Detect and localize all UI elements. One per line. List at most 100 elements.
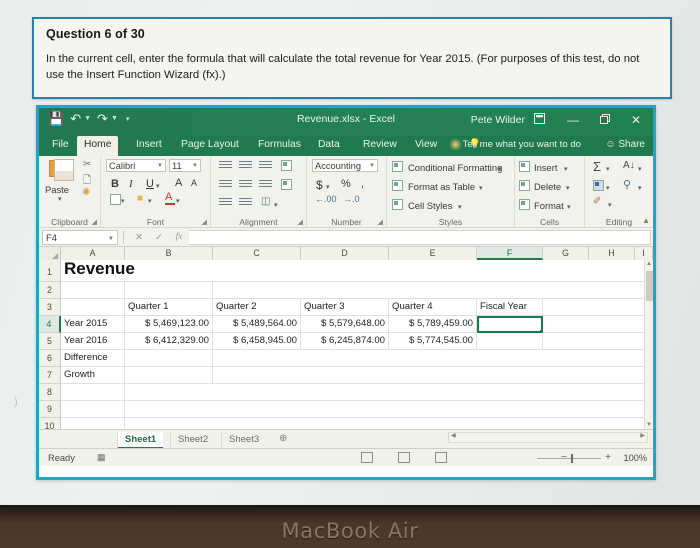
cell-a5[interactable]: Year 2016 [61,333,125,349]
cell-b2[interactable] [125,282,213,298]
cell-b6[interactable] [125,350,213,366]
font-dialog-launcher[interactable]: ◢ [202,218,207,226]
insert-cells-dropdown-icon[interactable]: ▾ [564,165,568,173]
orientation-icon[interactable] [281,160,292,171]
hscroll-right-icon[interactable]: ▶ [640,432,645,439]
column-header-c[interactable]: C [213,247,301,260]
tell-me-search[interactable]: Tell me what you want to do [463,139,581,150]
cut-scissors-icon[interactable]: ✂ [83,159,91,170]
number-format-caret-icon[interactable]: ▼ [369,161,375,172]
clear-dropdown-icon[interactable]: ▾ [608,201,612,209]
cell-b3[interactable]: Quarter 1 [125,299,213,315]
sheet-tab-sheet3[interactable]: Sheet3 [221,432,266,449]
name-box-caret-icon[interactable]: ▼ [108,233,114,246]
borders-icon[interactable] [110,194,121,205]
cancel-formula-icon[interactable]: ✕ [129,232,149,243]
align-center-icon[interactable] [239,180,252,190]
cell-b5[interactable]: $ 6,412,329.00 [125,333,213,349]
enter-formula-icon[interactable]: ✓ [149,232,169,243]
cell-a7[interactable]: Growth [61,367,125,383]
scroll-down-icon[interactable]: ▼ [645,422,653,428]
comma-style-button[interactable]: , [361,178,364,190]
ribbon-display-options-icon[interactable] [529,112,549,128]
row-header-2[interactable]: 2 [39,282,61,299]
font-color-icon[interactable]: A [165,191,172,203]
fill-color-dropdown-icon[interactable]: ▾ [148,197,152,205]
scroll-up-icon[interactable]: ▲ [645,261,653,267]
row-header-1[interactable]: 1 [39,260,61,282]
insert-cells-icon[interactable] [519,161,530,172]
account-name[interactable]: Pete Wilder [471,114,525,126]
autosum-dropdown-icon[interactable]: ▾ [606,165,610,173]
font-size-combo[interactable]: 11 ▼ [169,159,201,172]
fill-dropdown-icon[interactable]: ▾ [606,184,610,192]
accounting-dropdown-icon[interactable]: ▾ [326,183,330,191]
cell-a3[interactable] [61,299,125,315]
sort-dropdown-icon[interactable]: ▾ [638,165,642,173]
column-header-e[interactable]: E [389,247,477,260]
column-header-h[interactable]: H [589,247,635,260]
cell-f5[interactable] [477,333,543,349]
cell-e3[interactable]: Quarter 4 [389,299,477,315]
minimize-button[interactable]: — [563,112,583,128]
close-button[interactable]: ✕ [626,112,646,128]
row-header-8[interactable]: 8 [39,384,61,401]
tab-review[interactable]: Review [356,136,404,156]
increase-font-size-button[interactable]: A [175,177,182,189]
underline-button[interactable]: U [146,178,154,190]
format-painter-icon[interactable]: ✺ [82,187,90,198]
cell-styles-dropdown-icon[interactable]: ▾ [458,203,462,211]
fill-color-icon[interactable]: ■ [137,193,143,204]
tab-insert[interactable]: Insert [129,136,169,156]
column-header-f[interactable]: F [477,247,543,260]
tab-view[interactable]: View [408,136,444,156]
cell-c4[interactable]: $ 5,489,564.00 [213,316,301,332]
cell-b4[interactable]: $ 5,469,123.00 [125,316,213,332]
cell-f3[interactable]: Fiscal Year [477,299,543,315]
increase-decimal-icon[interactable]: ←.00 [315,194,337,204]
row-header-4[interactable]: 4 [39,316,61,333]
collapse-ribbon-icon[interactable]: ▲ [642,216,650,225]
number-format-combo[interactable]: Accounting ▼ [312,159,378,172]
cell-c3[interactable]: Quarter 2 [213,299,301,315]
tab-home[interactable]: Home [77,136,119,156]
column-header-a[interactable]: A [61,247,125,260]
decrease-decimal-icon[interactable]: →.0 [343,194,360,204]
font-family-combo[interactable]: Calibri ▼ [106,159,166,172]
zoom-slider-track[interactable] [537,458,601,459]
cell-a10[interactable] [61,418,125,429]
sort-and-filter-icon[interactable]: A↓ [623,160,635,171]
row-header-10[interactable]: 10 [39,418,61,429]
cell-f4-selected[interactable] [477,316,543,333]
cell-a8[interactable] [61,384,125,400]
clipboard-dialog-launcher[interactable]: ◢ [92,218,97,226]
column-header-g[interactable]: G [543,247,589,260]
cell-d5[interactable]: $ 6,245,874.00 [301,333,389,349]
delete-cells-button[interactable]: Delete [534,181,561,192]
horizontal-scrollbar[interactable]: ◀ ▶ [448,432,648,443]
zoom-slider-thumb[interactable] [571,454,573,463]
merge-and-center-icon[interactable]: ◫ [261,196,270,207]
format-cells-dropdown-icon[interactable]: ▾ [567,203,571,211]
page-break-preview-button[interactable] [435,452,447,463]
page-layout-view-button[interactable] [398,452,410,463]
cell-d3[interactable]: Quarter 3 [301,299,389,315]
decrease-font-size-button[interactable]: A [191,178,197,188]
find-and-select-icon[interactable]: ⚲ [623,178,631,191]
borders-dropdown-icon[interactable]: ▾ [121,197,125,205]
alignment-dialog-launcher[interactable]: ◢ [298,218,303,226]
new-sheet-icon[interactable]: ⊕ [279,433,287,444]
underline-dropdown-icon[interactable]: ▾ [156,182,160,190]
paste-button[interactable]: Paste [45,184,69,195]
cell-a6[interactable]: Difference [61,350,125,366]
font-family-caret-icon[interactable]: ▼ [157,161,163,172]
italic-button[interactable]: I [129,178,133,190]
zoom-in-button[interactable]: + [605,452,611,463]
select-all-corner[interactable] [39,247,61,260]
format-cells-button[interactable]: Format [534,200,564,211]
normal-view-button[interactable] [361,452,373,463]
conditional-formatting-icon[interactable] [392,161,403,172]
cell-a4[interactable]: Year 2015 [61,316,125,332]
align-middle-icon[interactable] [239,161,252,171]
decrease-indent-icon[interactable] [219,198,232,208]
